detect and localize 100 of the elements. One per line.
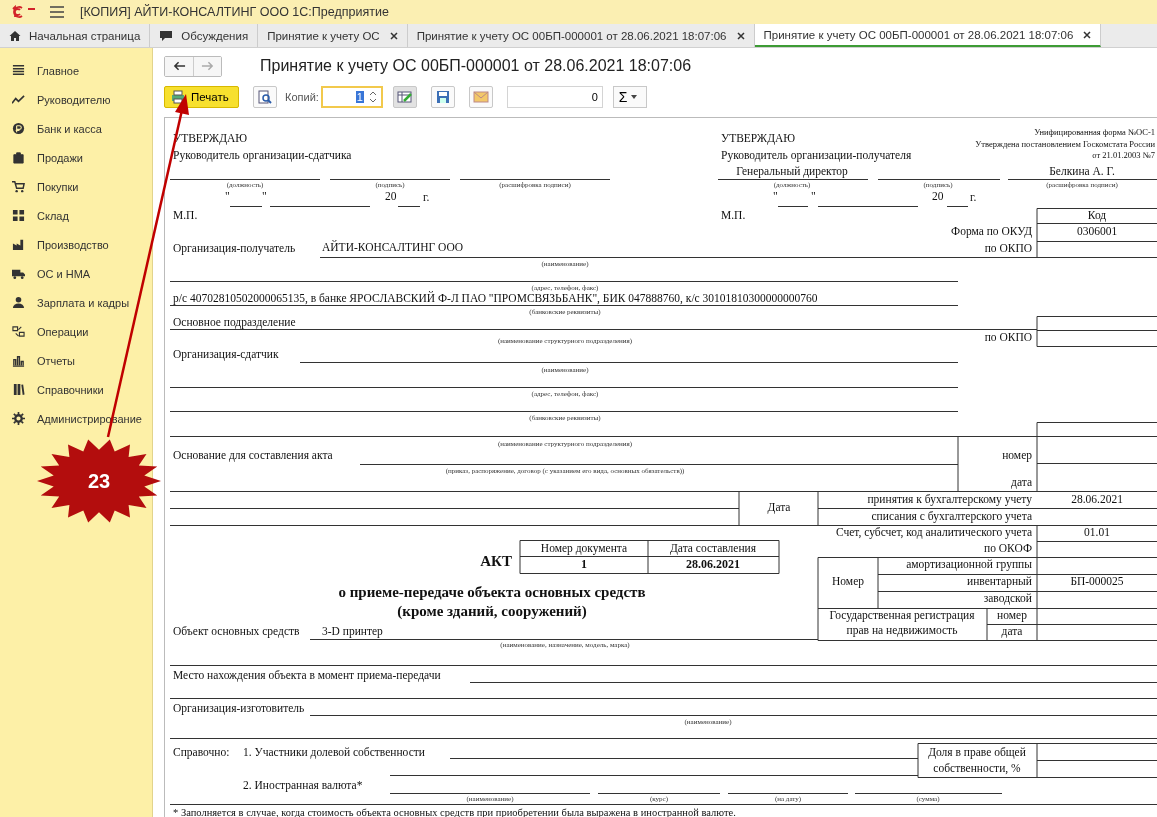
form-label: инвентарный (967, 575, 1032, 589)
form-label: Государственная регистрация (829, 609, 975, 623)
form-label: собственности, % (933, 762, 1021, 776)
trend-icon (12, 93, 25, 106)
form-label: Доля в праве общей (928, 746, 1026, 760)
close-icon[interactable] (1083, 30, 1092, 39)
arrow-left-icon (172, 61, 186, 71)
bar-chart-icon (12, 354, 25, 367)
form-label: по ОКПО (984, 331, 1032, 345)
form-label: Организация-получатель (173, 242, 296, 256)
form-label: дата (1001, 625, 1023, 639)
form-value: БП-000025 (1070, 575, 1124, 589)
form-label: Место нахождения объекта в момент приема-передачи (173, 669, 441, 683)
sidebar-item[interactable]: Покупки (0, 172, 152, 201)
sidebar-item[interactable]: Главное (0, 56, 152, 85)
back-button[interactable] (165, 56, 193, 76)
sidebar-item[interactable]: Банк и касса (0, 114, 152, 143)
form-label: номер (997, 609, 1027, 623)
close-icon[interactable] (389, 31, 398, 40)
form-label: списания с бухгалтерского учета (871, 510, 1032, 524)
copies-label: Копий: (285, 91, 319, 103)
annotation-number: 23 (87, 469, 111, 493)
save-button[interactable] (430, 86, 455, 108)
form-label: дата (1011, 476, 1032, 490)
form-label: Номер документа (540, 542, 628, 556)
envelope-icon (472, 91, 489, 103)
form-label: Форма по ОКУД (951, 225, 1032, 239)
form-label: Основное подразделение (173, 316, 296, 330)
logo-icon (12, 5, 36, 19)
arrow-right-icon (201, 61, 214, 71)
amount-field[interactable]: 0 (506, 86, 603, 108)
form-label: Организация-изготовитель (173, 702, 305, 716)
form-label: по ОКОФ (984, 542, 1032, 556)
tab[interactable]: Принятие к учету ОС (258, 24, 408, 47)
form-label: Справочно: (173, 746, 230, 760)
preview-button[interactable] (253, 86, 277, 108)
document-title: о приеме-передаче объекта основных средств (338, 584, 646, 602)
sidebar-item[interactable]: Производство (0, 230, 152, 259)
tab[interactable]: Начальная страница (0, 24, 151, 47)
form-label: Счет, субсчет, код аналитического учета (835, 526, 1032, 540)
sidebar-item[interactable]: ОС и НМА (0, 259, 152, 288)
form-label: принятия к бухгалтерскому учету (867, 493, 1032, 507)
form-note: Унифицированная форма №ОС-1 (1034, 128, 1155, 138)
sidebar-item[interactable]: Зарплата и кадры (0, 288, 152, 317)
table-cell: 1 (581, 558, 587, 572)
truck-icon (12, 267, 25, 280)
ledger-icon (12, 325, 25, 338)
form-note: от 21.01.2003 №7 (1092, 151, 1155, 161)
person-icon (12, 296, 25, 309)
sidebar-item[interactable]: Продажи (0, 143, 152, 172)
form-label: Дата составления (670, 542, 756, 556)
close-icon[interactable] (736, 31, 745, 40)
table-cell: 28.06.2021 (686, 558, 740, 572)
form-label: 1. Участники долевой собственности (243, 746, 425, 760)
form-label: Код (1087, 209, 1107, 223)
magnifier-page-icon (258, 90, 272, 104)
form-label: Организация-сдатчик (173, 348, 279, 362)
sidebar-item[interactable]: Отчеты (0, 346, 152, 375)
tab[interactable]: Обсуждения (150, 24, 259, 47)
sidebar-item[interactable]: Операции (0, 317, 152, 346)
form-label: Руководитель организации-сдатчика (173, 149, 352, 163)
copies-field[interactable]: 1 (320, 86, 383, 108)
form-label: 2. Иностранная валюта* (243, 779, 363, 793)
form-label: " (225, 190, 230, 204)
form-value: 28.06.2021 (1071, 493, 1123, 507)
grid-icon (12, 209, 25, 222)
chat-icon (159, 29, 174, 42)
form-title: Принятие к учету ОС 00БП-000001 от 28.06.2021 18:07:06 (260, 57, 692, 75)
form-label: Объект основных средств (173, 625, 300, 639)
form-value: р/с 40702810502000065135, в банке ЯРОСЛАВСКИЙ Ф-Л ПАО "ПРОМСВЯЗЬБАНК", БИК 047888760, к/с 30101810300000000760 (173, 292, 818, 306)
edit-table-button[interactable] (392, 86, 417, 108)
sidebar-item[interactable]: Руководителю (0, 85, 152, 114)
home-icon (9, 29, 21, 42)
form-label: Руководитель организации-получателя (721, 149, 912, 163)
form-label: амортизационной группы (906, 558, 1032, 572)
form-label: М.П. (721, 209, 746, 223)
sum-button[interactable]: Σ (612, 86, 647, 108)
table-pencil-icon (396, 90, 413, 104)
factory-icon (12, 238, 25, 251)
form-label: Основание для составления акта (173, 449, 333, 463)
form-value: 3-D принтер (322, 625, 383, 639)
form-label: М.П. (173, 209, 198, 223)
bag-icon (12, 151, 25, 164)
book-icon (12, 383, 25, 396)
tab[interactable]: Принятие к учету ОС 00БП-000001 от 28.06.2021 18:07:06 (754, 24, 1102, 47)
form-value: Генеральный директор (736, 165, 848, 179)
form-label: Дата (767, 501, 791, 515)
menu-icon[interactable] (50, 6, 64, 18)
sidebar-item[interactable]: Справочники (0, 375, 152, 404)
form-label: УТВЕРЖДАЮ (721, 132, 796, 146)
tab[interactable]: Принятие к учету ОС 00БП-000001 от 28.06.2021 18:07:06 (407, 24, 755, 47)
form-label: номер (1002, 449, 1032, 463)
form-value: АЙТИ-КОНСАЛТИНГ ООО (322, 241, 464, 255)
sidebar-item[interactable]: Склад (0, 201, 152, 230)
print-button[interactable]: Печать (164, 86, 239, 108)
caret-icon (631, 95, 638, 99)
coin-icon (12, 122, 25, 135)
form-label: " (811, 190, 816, 204)
form-label: Номер (832, 575, 864, 589)
form-label: заводской (983, 592, 1032, 606)
